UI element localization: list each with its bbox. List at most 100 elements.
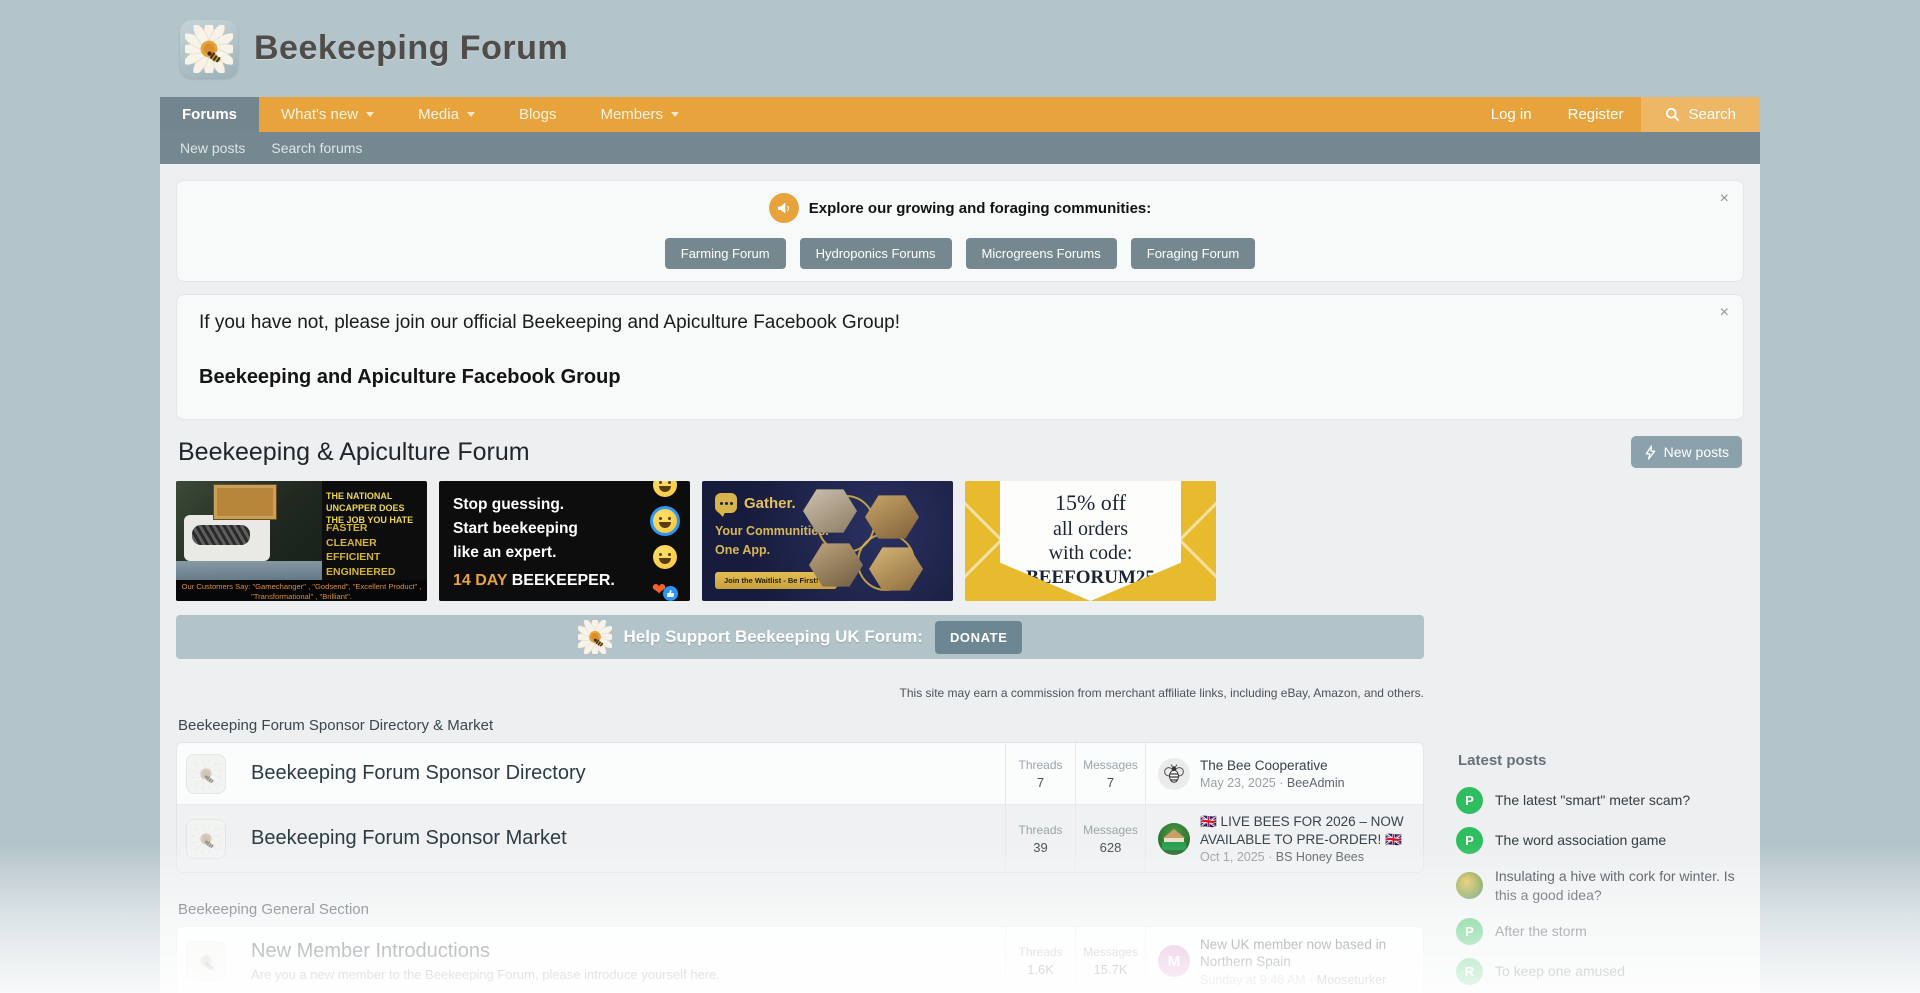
- avatar: P: [1456, 827, 1483, 854]
- forum-description: Are you a new member to the Beekeeping F…: [251, 967, 989, 982]
- ad-banner-national-uncapper[interactable]: THE NATIONAL UNCAPPER DOES THE JOB YOU H…: [176, 481, 427, 601]
- latest-thread-link[interactable]: The Bee Cooperative: [1200, 757, 1345, 775]
- megaphone-icon: [769, 193, 799, 223]
- forum-icon-daisy[interactable]: [186, 754, 226, 794]
- emoji-reactions: ❤: [650, 481, 680, 601]
- ad-banner-row: THE NATIONAL UNCAPPER DOES THE JOB YOU H…: [176, 481, 1424, 601]
- ad-banner-gather-app[interactable]: Gather. Your Communities. One App. Join …: [702, 481, 953, 601]
- donate-button[interactable]: DONATE: [935, 621, 1023, 654]
- messages-stat: Messages 7: [1075, 743, 1145, 804]
- forum-icon-daisy[interactable]: [186, 941, 226, 981]
- lightning-bolt-icon: [1644, 445, 1657, 460]
- facebook-notice: × If you have not, please join our offic…: [176, 294, 1744, 420]
- site-header: Beekeeping Forum: [160, 0, 1760, 97]
- latest-thread-author[interactable]: BeeAdmin: [1287, 776, 1345, 790]
- forum-link[interactable]: Beekeeping Forum Sponsor Directory: [251, 762, 586, 784]
- daisy-icon: [578, 620, 612, 654]
- search-icon: [1665, 107, 1680, 122]
- node-card-general: New Member Introductions Are you a new m…: [176, 926, 1424, 993]
- latest-post-item[interactable]: P After the storm: [1456, 913, 1744, 950]
- page-title: Beekeeping & Apiculture Forum: [178, 438, 530, 467]
- thumbs-up-icon: [663, 586, 678, 601]
- ad-banner-14-day-beekeeper[interactable]: Stop guessing. Start beekeeping like an …: [439, 481, 690, 601]
- category-header-general[interactable]: Beekeeping General Section: [178, 901, 1422, 918]
- avatar: R: [1456, 958, 1483, 985]
- avatar: [1456, 872, 1483, 899]
- nav-tab-blogs[interactable]: Blogs: [497, 97, 579, 132]
- latest-thread-date: Sunday at 9:46 AM: [1200, 973, 1306, 987]
- site-logo[interactable]: [180, 20, 238, 78]
- close-icon[interactable]: ×: [1720, 191, 1729, 207]
- main-navbar: Forums What's new Media Blogs Members Lo…: [160, 97, 1760, 132]
- messages-stat: Messages 15.7K: [1075, 927, 1145, 993]
- latest-post-item[interactable]: P The latest "smart" meter scam?: [1456, 782, 1744, 819]
- gather-logo-icon: [715, 493, 737, 513]
- latest-thread-author[interactable]: Mooseturker: [1317, 973, 1386, 987]
- bee-icon: [1162, 762, 1186, 786]
- node-card-sponsor: Beekeeping Forum Sponsor Directory Threa…: [176, 742, 1424, 873]
- gather-brand: Gather.: [744, 495, 796, 512]
- nav-tab-members[interactable]: Members: [578, 97, 701, 132]
- uncapper-quote: Our Customers Say: "Gamechanger" , "Gods…: [176, 580, 427, 601]
- latest-post-item[interactable]: P The word association game: [1456, 822, 1744, 859]
- gather-illustration: [799, 481, 949, 601]
- subnav-new-posts[interactable]: New posts: [180, 140, 245, 156]
- latest-thread-link[interactable]: 🇬🇧 LIVE BEES FOR 2026 – NOW AVAILABLE TO…: [1200, 813, 1411, 848]
- page-content: × Explore our growing and foraging commu…: [160, 164, 1760, 993]
- uncapper-features: FASTER CLEANER EFFICIENT ENGINEERED: [326, 521, 395, 580]
- donate-bar: Help Support Beekeeping UK Forum: DONATE: [176, 615, 1424, 659]
- communities-notice: × Explore our growing and foraging commu…: [176, 180, 1744, 282]
- category-header-sponsor[interactable]: Beekeeping Forum Sponsor Directory & Mar…: [178, 717, 1422, 734]
- sub-navbar: New posts Search forums: [160, 132, 1760, 164]
- avatar-bee-cooperative[interactable]: [1158, 758, 1190, 790]
- login-link[interactable]: Log in: [1473, 97, 1550, 132]
- latest-thread-date: Oct 1, 2025: [1200, 850, 1265, 864]
- daisy-logo-icon: [185, 25, 233, 73]
- forum-icon-daisy[interactable]: [186, 819, 226, 859]
- latest-thread-date: May 23, 2025: [1200, 776, 1276, 790]
- nav-tab-forums[interactable]: Forums: [160, 97, 259, 132]
- new-posts-button[interactable]: New posts: [1631, 436, 1742, 468]
- ad-banner-discount-code[interactable]: 15% off all orders with code: BEEFORUM25: [965, 481, 1216, 601]
- farming-forum-button[interactable]: Farming Forum: [665, 238, 786, 269]
- latest-posts-title: Latest posts: [1456, 752, 1744, 769]
- chevron-down-icon: [366, 112, 374, 117]
- forum-node-row: New Member Introductions Are you a new m…: [177, 927, 1423, 993]
- foraging-forum-button[interactable]: Foraging Forum: [1131, 238, 1255, 269]
- register-link[interactable]: Register: [1550, 97, 1642, 132]
- communities-notice-text: Explore our growing and foraging communi…: [809, 200, 1152, 217]
- discount-panel: 15% off all orders with code: BEEFORUM25: [1000, 481, 1181, 601]
- threads-stat: Threads 39: [1005, 805, 1075, 872]
- avatar-bs-honey-bees[interactable]: [1158, 823, 1190, 855]
- latest-thread-author[interactable]: BS Honey Bees: [1276, 850, 1364, 864]
- latest-thread-cell: M New UK member now based in Northern Sp…: [1145, 927, 1423, 993]
- microgreens-forums-button[interactable]: Microgreens Forums: [966, 238, 1117, 269]
- forum-link[interactable]: Beekeeping Forum Sponsor Market: [251, 827, 567, 849]
- threads-stat: Threads 1.6K: [1005, 927, 1075, 993]
- site-title: Beekeeping Forum: [254, 29, 568, 68]
- donate-text: Help Support Beekeeping UK Forum:: [624, 627, 923, 647]
- chevron-down-icon: [467, 112, 475, 117]
- nav-tab-media[interactable]: Media: [396, 97, 497, 132]
- affiliate-disclaimer: This site may earn a commission from mer…: [176, 686, 1424, 700]
- chevron-down-icon: [671, 112, 679, 117]
- facebook-notice-text: If you have not, please join our officia…: [199, 312, 1721, 334]
- latest-thread-cell: The Bee Cooperative May 23, 2025 · BeeAd…: [1145, 743, 1423, 804]
- threads-stat: Threads 7: [1005, 743, 1075, 804]
- forum-link[interactable]: New Member Introductions: [251, 940, 490, 962]
- hydroponics-forums-button[interactable]: Hydroponics Forums: [800, 238, 952, 269]
- latest-post-item[interactable]: Insulating a hive with cork for winter. …: [1456, 862, 1744, 910]
- nav-tab-whats-new[interactable]: What's new: [259, 97, 396, 132]
- search-button[interactable]: Search: [1641, 97, 1760, 132]
- latest-thread-link[interactable]: New UK member now based in Northern Spai…: [1200, 936, 1411, 971]
- forum-node-row: Beekeeping Forum Sponsor Market Threads …: [177, 804, 1423, 872]
- latest-thread-cell: 🇬🇧 LIVE BEES FOR 2026 – NOW AVAILABLE TO…: [1145, 805, 1423, 872]
- forum-node-row: Beekeeping Forum Sponsor Directory Threa…: [177, 743, 1423, 804]
- facebook-group-link[interactable]: Beekeeping and Apiculture Facebook Group: [199, 366, 621, 389]
- avatar-mooseturker[interactable]: M: [1158, 945, 1190, 977]
- close-icon[interactable]: ×: [1720, 305, 1729, 321]
- subnav-search-forums[interactable]: Search forums: [271, 140, 362, 156]
- avatar: P: [1456, 918, 1483, 945]
- messages-stat: Messages 628: [1075, 805, 1145, 872]
- latest-post-item[interactable]: R To keep one amused: [1456, 953, 1744, 990]
